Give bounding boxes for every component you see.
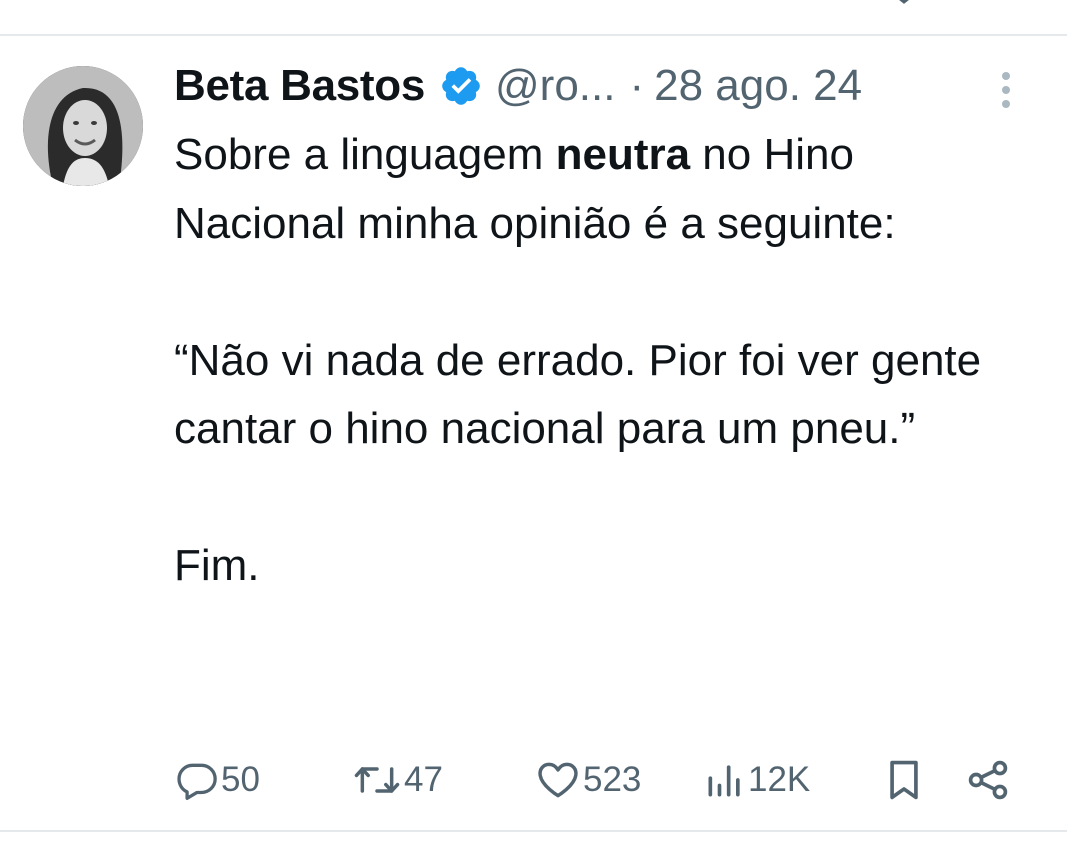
share-button[interactable] <box>966 745 1010 815</box>
tweet-date[interactable]: 28 ago. 24 <box>654 61 862 111</box>
text-segment: Sobre a linguagem <box>174 130 556 179</box>
repost-count: 47 <box>404 760 443 799</box>
like-button[interactable]: 523 <box>535 745 641 815</box>
reply-button[interactable]: 50 <box>175 745 260 815</box>
bookmark-button[interactable] <box>884 745 924 815</box>
bookmark-icon <box>890 760 918 800</box>
views-button[interactable]: 12K <box>704 745 810 815</box>
tweet-paragraph-3: Fim. <box>174 541 260 590</box>
vertical-dots-icon[interactable] <box>992 68 1020 112</box>
avatar-photo <box>23 66 143 186</box>
share-nodes-icon <box>968 760 1008 800</box>
tweet-screen: Beta Bastos @ro... · 28 ago. 24 Sobre a … <box>0 0 1067 846</box>
avatar[interactable] <box>23 66 143 186</box>
tweet-paragraph-2: “Não vi nada de errado. Pior foi ver gen… <box>174 335 982 454</box>
handle[interactable]: @ro... <box>495 61 615 111</box>
tweet-header: Beta Bastos @ro... · 28 ago. 24 <box>174 58 862 114</box>
speech-bubble-icon <box>177 763 217 800</box>
action-bar: 50 47 523 12K <box>0 745 1067 815</box>
separator-dot: · <box>629 61 645 110</box>
tweet-text: Sobre a linguagem neutra no Hino Naciona… <box>174 121 1034 601</box>
repost-arrows-icon <box>354 767 400 793</box>
display-name[interactable]: Beta Bastos <box>174 61 425 111</box>
reply-count: 50 <box>221 760 260 799</box>
view-count: 12K <box>748 760 811 799</box>
top-divider <box>0 34 1067 36</box>
bar-chart-icon <box>708 765 740 797</box>
bottom-divider <box>0 830 1067 832</box>
heart-icon <box>538 762 578 798</box>
repost-button[interactable]: 47 <box>352 745 443 815</box>
previous-tweet-icon-fragment <box>899 0 909 4</box>
tweet-paragraph-1: Sobre a linguagem neutra no Hino Naciona… <box>174 121 1034 258</box>
like-count: 523 <box>583 760 642 799</box>
bold-word: neutra <box>555 130 691 179</box>
verified-badge-icon[interactable] <box>439 64 483 108</box>
